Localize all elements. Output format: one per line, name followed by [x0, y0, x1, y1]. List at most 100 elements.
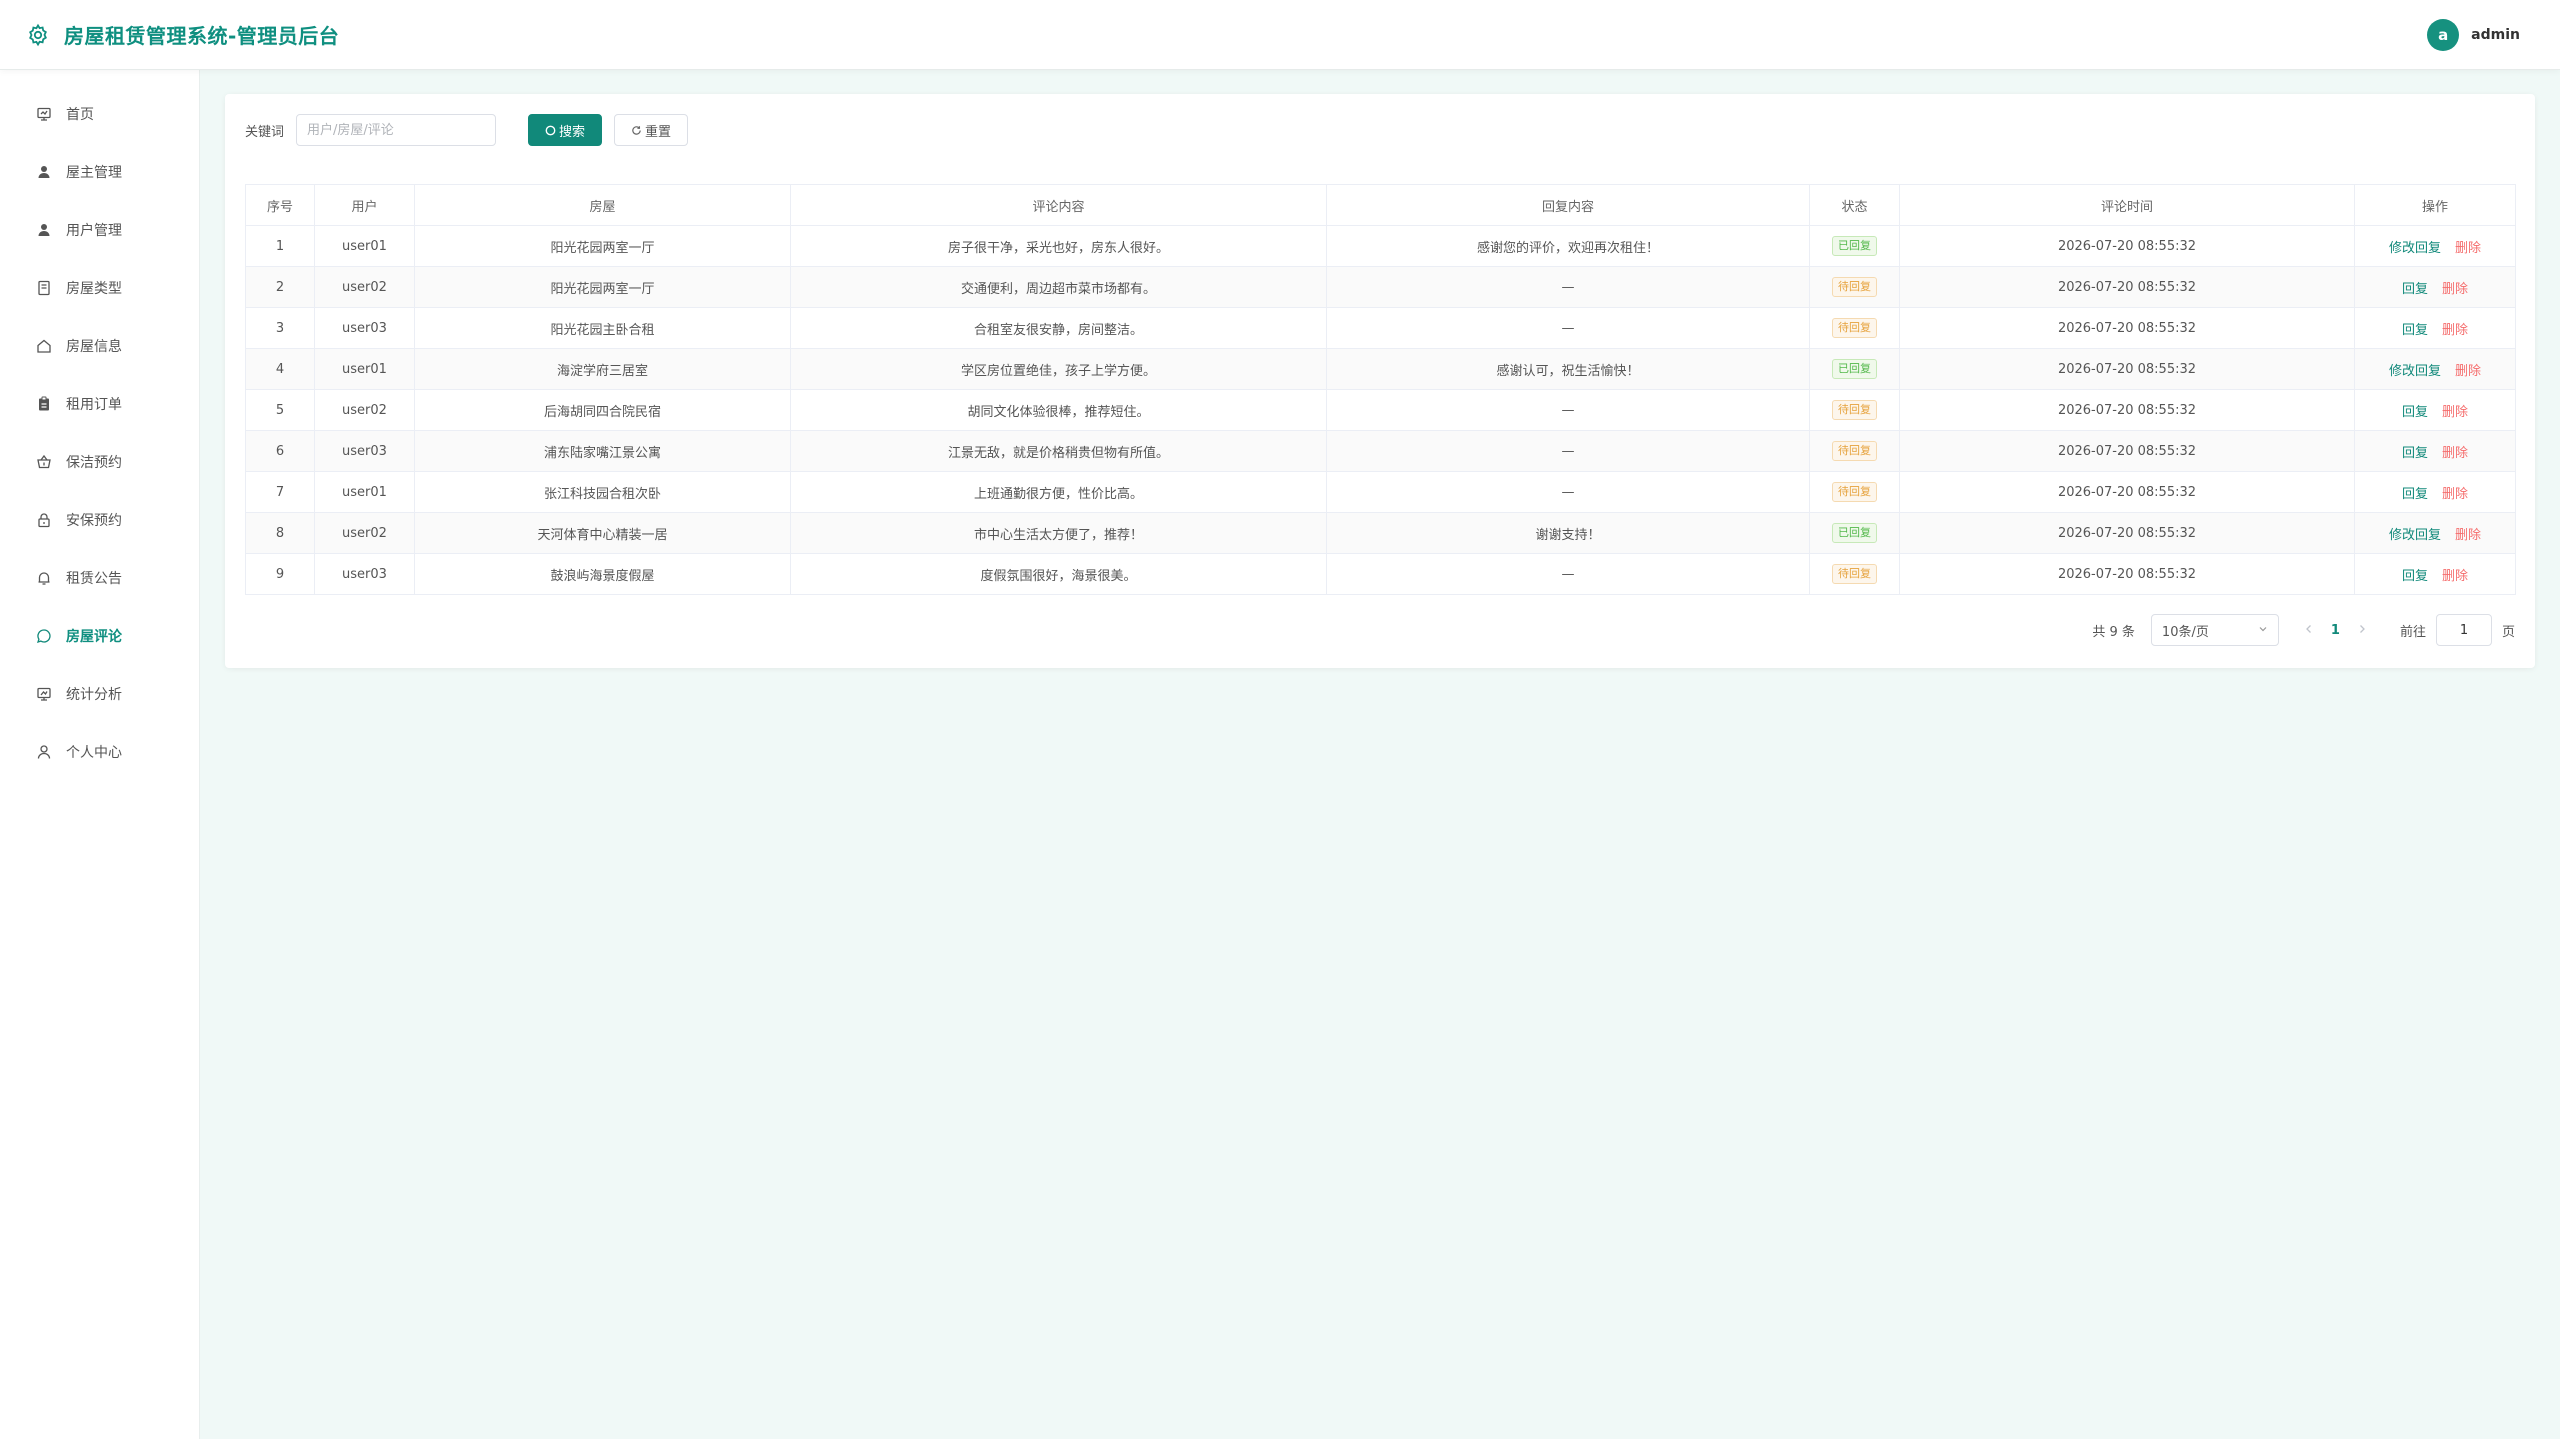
- time-cell: 2026-07-20 08:55:32: [1899, 430, 2355, 472]
- document-icon: [36, 280, 52, 296]
- avatar[interactable]: a: [2427, 19, 2460, 51]
- sidebar-item-label: 安保预约: [66, 513, 122, 529]
- reply-cell: 谢谢支持！: [1326, 512, 1810, 554]
- row-number: 8: [245, 512, 315, 554]
- delete-button[interactable]: 删除: [2442, 487, 2468, 502]
- sidebar-item-label: 租用订单: [66, 397, 122, 413]
- house-cell: 鼓浪屿海景度假屋: [414, 553, 791, 595]
- reply-button[interactable]: 修改回复: [2389, 528, 2441, 543]
- page-suffix: 页: [2501, 624, 2515, 640]
- status-badge: 待回复: [1832, 441, 1877, 461]
- search-icon: [545, 125, 556, 136]
- reply-cell: —: [1326, 553, 1810, 595]
- comment-cell: 交通便利，周边超市菜市场都有。: [790, 266, 1327, 308]
- reply-button[interactable]: 修改回复: [2389, 364, 2441, 379]
- reply-cell: —: [1326, 389, 1810, 431]
- sidebar-item-7[interactable]: 安保预约: [0, 491, 199, 549]
- user-cell: user03: [314, 553, 415, 595]
- delete-button[interactable]: 删除: [2442, 569, 2468, 584]
- table-row: 4 user01 海淀学府三居室 学区房位置绝佳，孩子上学方便。 感谢认可，祝生活愉快！…: [245, 348, 2516, 390]
- comment-cell: 市中心生活太方便了，推荐！: [790, 512, 1327, 554]
- bell-icon: [36, 570, 52, 586]
- delete-button[interactable]: 删除: [2455, 528, 2481, 543]
- table-row: 9 user03 鼓浪屿海景度假屋 度假氛围很好，海景很美。 — 待回复 2026-07-2…: [245, 553, 2516, 595]
- reset-button[interactable]: 重置: [614, 114, 689, 146]
- delete-button[interactable]: 删除: [2442, 282, 2468, 297]
- delete-button[interactable]: 删除: [2455, 241, 2481, 256]
- actions-cell: 回复 删除: [2354, 430, 2516, 472]
- next-page-icon[interactable]: [2358, 623, 2366, 638]
- user-menu[interactable]: a admin: [2427, 19, 2520, 51]
- sidebar-item-3[interactable]: 房屋类型: [0, 259, 199, 317]
- time-cell: 2026-07-20 08:55:32: [1899, 471, 2355, 513]
- reply-cell: —: [1326, 430, 1810, 472]
- reply-button[interactable]: 回复: [2402, 446, 2428, 461]
- user-cell: user01: [314, 348, 415, 390]
- delete-button[interactable]: 删除: [2442, 446, 2468, 461]
- app-title: 房屋租赁管理系统-管理员后台: [64, 24, 340, 48]
- user-icon: [36, 744, 52, 760]
- search-button[interactable]: 搜索: [528, 114, 603, 146]
- search-bar: 关键词 搜索 重置: [245, 114, 689, 146]
- sidebar-item-0[interactable]: 首页: [0, 85, 199, 143]
- user-cell: user02: [314, 389, 415, 431]
- sidebar-item-label: 房屋信息: [66, 339, 122, 355]
- keyword-label: 关键词: [245, 124, 285, 140]
- sidebar-item-1[interactable]: 屋主管理: [0, 143, 199, 201]
- status-cell: 待回复: [1809, 430, 1900, 472]
- reply-cell: —: [1326, 307, 1810, 349]
- reply-button[interactable]: 修改回复: [2389, 241, 2441, 256]
- sidebar-item-4[interactable]: 房屋信息: [0, 317, 199, 375]
- sidebar-item-6[interactable]: 保洁预约: [0, 433, 199, 491]
- time-cell: 2026-07-20 08:55:32: [1899, 348, 2355, 390]
- sidebar-item-11[interactable]: 个人中心: [0, 723, 199, 781]
- sidebar-item-8[interactable]: 租赁公告: [0, 549, 199, 607]
- comment-cell: 江景无敌，就是价格稍贵但物有所值。: [790, 430, 1327, 472]
- pagination: 共 9 条 10条/页 1 前往 页: [2092, 614, 2515, 646]
- sidebar-item-5[interactable]: 租用订单: [0, 375, 199, 433]
- reply-cell: 感谢您的评价，欢迎再次租住！: [1326, 225, 1810, 267]
- keyword-input[interactable]: [296, 114, 497, 146]
- page-number[interactable]: 1: [2331, 623, 2340, 638]
- user-cell: user03: [314, 307, 415, 349]
- status-cell: 待回复: [1809, 553, 1900, 595]
- basket-icon: [36, 454, 52, 470]
- row-number: 3: [245, 307, 315, 349]
- status-badge: 已回复: [1832, 523, 1877, 543]
- sidebar-item-label: 首页: [66, 107, 94, 123]
- sidebar-item-10[interactable]: 统计分析: [0, 665, 199, 723]
- table-row: 3 user03 阳光花园主卧合租 合租室友很安静，房间整洁。 — 待回复 2026-07-…: [245, 307, 2516, 349]
- row-number: 5: [245, 389, 315, 431]
- status-badge: 待回复: [1832, 564, 1877, 584]
- sidebar-item-9[interactable]: 房屋评论: [0, 607, 199, 665]
- prev-page-icon[interactable]: [2305, 623, 2313, 638]
- total-count: 共 9 条: [2092, 624, 2135, 640]
- reply-button[interactable]: 回复: [2402, 282, 2428, 297]
- actions-cell: 修改回复 删除: [2354, 512, 2516, 554]
- column-header: 回复内容: [1326, 184, 1810, 226]
- table-row: 2 user02 阳光花园两室一厅 交通便利，周边超市菜市场都有。 — 待回复 2026-0…: [245, 266, 2516, 308]
- comment-cell: 上班通勤很方便，性价比高。: [790, 471, 1327, 513]
- sidebar-item-2[interactable]: 用户管理: [0, 201, 199, 259]
- delete-button[interactable]: 删除: [2442, 323, 2468, 338]
- sidebar: 首页屋主管理 用户管理 房屋类型房屋信息租用订单保洁预约安保预约租赁公告 房屋评论统计…: [0, 70, 200, 1439]
- table-row: 5 user02 后海胡同四合院民宿 胡同文化体验很棒，推荐短住。 — 待回复 2026-0…: [245, 389, 2516, 431]
- column-header: 状态: [1809, 184, 1900, 226]
- sidebar-item-label: 保洁预约: [66, 455, 122, 471]
- page-size-select[interactable]: 10条/页: [2150, 614, 2279, 646]
- row-number: 9: [245, 553, 315, 595]
- house-cell: 后海胡同四合院民宿: [414, 389, 791, 431]
- delete-button[interactable]: 删除: [2442, 405, 2468, 420]
- status-badge: 待回复: [1832, 482, 1877, 502]
- reply-button[interactable]: 回复: [2402, 323, 2428, 338]
- delete-button[interactable]: 删除: [2455, 364, 2481, 379]
- reply-button[interactable]: 回复: [2402, 487, 2428, 502]
- table-row: 6 user03 浦东陆家嘴江景公寓 江景无敌，就是价格稍贵但物有所值。 — 待回复 202…: [245, 430, 2516, 472]
- username[interactable]: admin: [2471, 27, 2520, 43]
- reply-button[interactable]: 回复: [2402, 405, 2428, 420]
- goto-page-input[interactable]: [2435, 614, 2492, 646]
- sidebar-item-label: 统计分析: [66, 687, 122, 703]
- reply-button[interactable]: 回复: [2402, 569, 2428, 584]
- row-number: 4: [245, 348, 315, 390]
- time-cell: 2026-07-20 08:55:32: [1899, 225, 2355, 267]
